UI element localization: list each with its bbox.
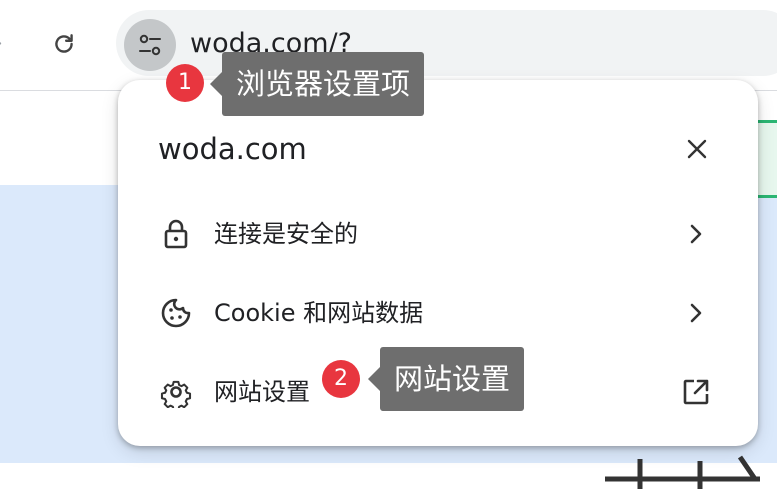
- cookie-icon: [160, 297, 192, 329]
- popup-title: woda.com: [158, 132, 307, 166]
- annotation-tooltip-2: 网站设置: [367, 347, 525, 411]
- site-info-button[interactable]: [124, 19, 176, 71]
- close-icon[interactable]: [680, 132, 714, 166]
- lock-icon: [160, 218, 192, 250]
- reload-icon[interactable]: [48, 28, 80, 60]
- gear-icon: [160, 376, 192, 408]
- tune-icon: [139, 34, 161, 56]
- row-label: 连接是安全的: [214, 220, 358, 248]
- external-link-icon: [678, 374, 714, 410]
- forward-arrow-icon[interactable]: ›: [0, 29, 8, 59]
- annotation-badge-1: 1: [166, 64, 204, 102]
- cookies-row[interactable]: Cookie 和网站数据: [118, 277, 758, 349]
- chevron-right-icon: [678, 295, 714, 331]
- row-label: 网站设置: [214, 378, 310, 406]
- chevron-right-icon: [678, 216, 714, 252]
- connection-secure-row[interactable]: 连接是安全的: [118, 198, 758, 270]
- row-label: Cookie 和网站数据: [214, 299, 424, 327]
- annotation-tooltip-1: 浏览器设置项: [209, 52, 425, 116]
- annotation-badge-2: 2: [322, 360, 360, 398]
